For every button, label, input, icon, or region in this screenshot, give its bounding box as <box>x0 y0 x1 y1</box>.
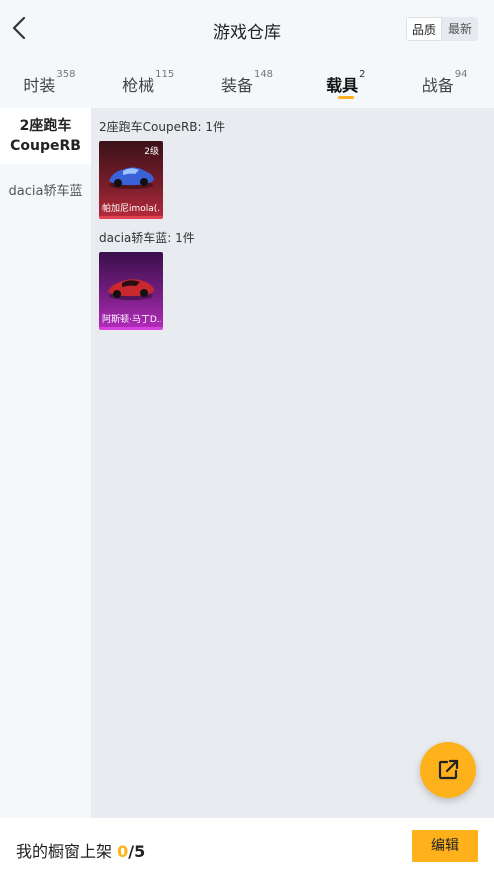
showcase-label: 我的橱窗上架 <box>16 842 113 861</box>
tab-label: 枪械 <box>122 76 155 95</box>
tab-count: 115 <box>155 69 175 80</box>
sidebar: 2座跑车CoupeRB dacia轿车蓝 <box>0 108 91 818</box>
showcase-status: 我的橱窗上架 0/5 <box>16 838 145 862</box>
edit-button[interactable]: 编辑 <box>412 830 478 862</box>
tab-label: 战备 <box>421 76 454 95</box>
tab-count: 94 <box>454 69 468 80</box>
item-card[interactable]: 2级 帕加尼imola(... <box>99 141 163 219</box>
item-name: 阿斯顿·马丁D... <box>102 315 161 325</box>
sidebar-item-coupe[interactable]: 2座跑车CoupeRB <box>0 108 91 164</box>
tab-count: 358 <box>56 69 76 80</box>
bottom-bar: 我的橱窗上架 0/5 编辑 <box>0 818 494 875</box>
tab-label: 时装 <box>23 76 56 95</box>
showcase-total: /5 <box>128 842 146 861</box>
sort-quality-button[interactable]: 品质 <box>406 17 442 41</box>
tab-label: 载具 <box>326 76 359 95</box>
tab-fashion[interactable]: 时装358 <box>0 56 99 108</box>
item-card[interactable]: 阿斯顿·马丁D... <box>99 252 163 330</box>
tab-equipment[interactable]: 装备148 <box>198 56 297 108</box>
sort-latest-button[interactable]: 最新 <box>442 17 478 41</box>
active-tab-indicator <box>337 96 354 99</box>
tab-label: 装备 <box>220 76 253 95</box>
tab-count: 2 <box>359 69 366 80</box>
showcase-count: 0 <box>117 842 129 861</box>
sidebar-item-dacia[interactable]: dacia轿车蓝 <box>0 164 91 215</box>
sort-toggle: 品质 最新 <box>406 17 478 41</box>
item-grid: 2座跑车CoupeRB: 1件 2级 帕加尼imola(... dacia轿车蓝… <box>91 108 494 818</box>
category-tabs: 时装358 枪械115 装备148 载具2 战备94 <box>0 56 494 108</box>
car-icon <box>109 167 154 189</box>
tab-supplies[interactable]: 战备94 <box>395 56 494 108</box>
item-name: 帕加尼imola(... <box>102 204 161 214</box>
tab-count: 148 <box>253 69 274 80</box>
tab-vehicles[interactable]: 载具2 <box>296 56 395 108</box>
share-external-icon <box>438 759 459 780</box>
share-button[interactable] <box>420 742 476 798</box>
tab-guns[interactable]: 枪械115 <box>99 56 198 108</box>
group-title: dacia轿车蓝: 1件 <box>99 231 195 245</box>
top-bar: 游戏仓库 品质 最新 <box>0 0 494 56</box>
car-icon <box>108 279 154 300</box>
group-title: 2座跑车CoupeRB: 1件 <box>99 120 226 134</box>
